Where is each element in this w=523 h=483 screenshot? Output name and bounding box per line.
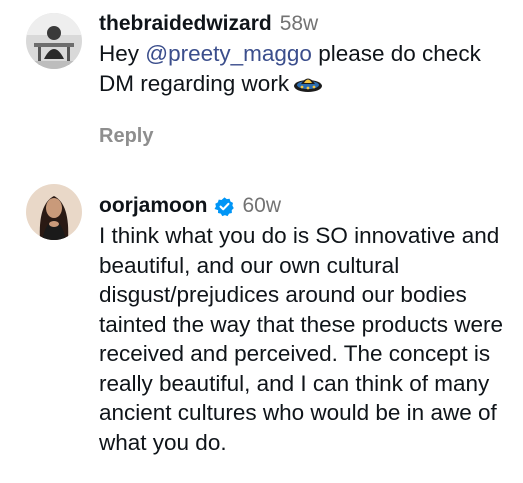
mention-link[interactable]: @preety_maggo [145, 41, 312, 66]
timestamp[interactable]: 60w [243, 194, 282, 218]
comment-text-start: Hey [99, 41, 146, 66]
comment-text: I think what you do is SO innovative and… [99, 223, 503, 455]
avatar-photo [26, 13, 82, 69]
username[interactable]: oorjamoon [99, 194, 208, 218]
comment-body: thebraidedwizard 58w Hey @preety_maggo p… [99, 12, 515, 103]
avatar[interactable] [26, 184, 82, 240]
timestamp[interactable]: 58w [280, 12, 319, 36]
verified-badge-icon [214, 196, 235, 217]
reply-button[interactable]: Reply [99, 125, 153, 148]
username[interactable]: thebraidedwizard [99, 12, 272, 36]
avatar[interactable] [26, 13, 82, 69]
comment-body: oorjamoon 60w I think what you do is SO … [99, 194, 515, 457]
avatar-photo [26, 184, 82, 240]
ufo-emoji-icon [293, 72, 323, 104]
comment-meta: oorjamoon 60w [99, 194, 515, 218]
comment-meta: thebraidedwizard 58w [99, 12, 515, 36]
comment-text: Hey @preety_maggo please do check DM reg… [99, 39, 515, 103]
